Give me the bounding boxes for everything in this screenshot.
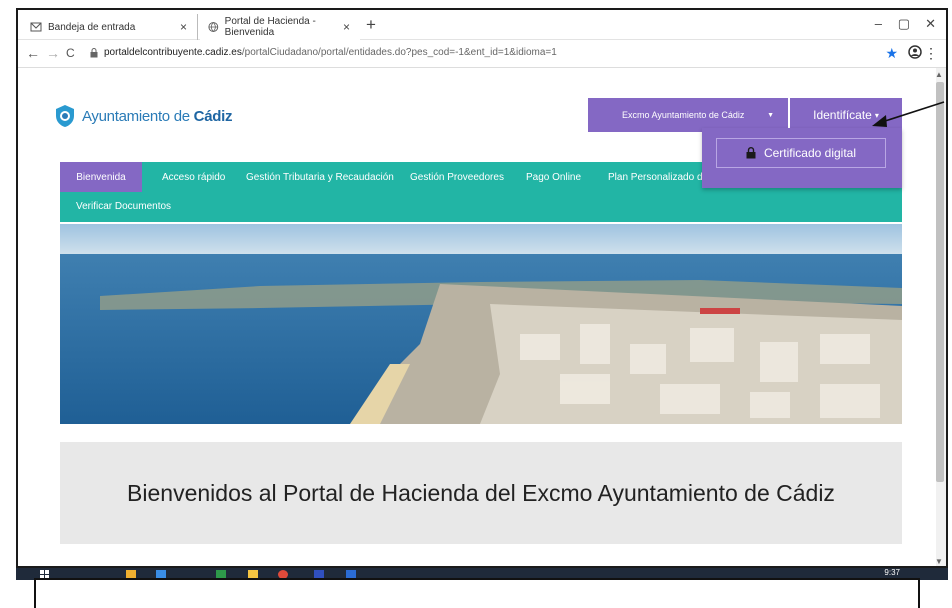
url-field[interactable]: portaldelcontribuyente.cadiz.es/portalCi… <box>104 47 557 58</box>
entity-select-button[interactable]: Excmo Ayuntamiento de Cádiz ▼ <box>588 98 788 132</box>
welcome-text: Bienvenidos al Portal de Hacienda del Ex… <box>127 479 835 506</box>
logo-city: Cádiz <box>193 107 233 125</box>
menu-item-label: Verificar Documentos <box>76 200 172 212</box>
clock-time: 9:37 <box>884 568 900 577</box>
address-bar: ← → C portaldelcontribuyente.cadiz.es/po… <box>18 40 946 68</box>
menu-item-label: Acceso rápido <box>162 171 226 183</box>
url-path: /portalCiudadano/portal/entidades.do?pes… <box>241 47 557 58</box>
menu-item-verificar-documentos[interactable]: Verificar Documentos <box>76 192 171 220</box>
page-content: Ayuntamiento de Cádiz Excmo Ayuntamiento… <box>18 68 936 566</box>
menu-item-label: Gestión Tributaria y Recaudación <box>246 171 394 183</box>
tab-title: Bandeja de entrada <box>48 21 136 33</box>
cadiz-crest-icon <box>56 105 74 127</box>
tab-close-icon[interactable]: × <box>180 20 187 34</box>
caret-down-icon: ▾ <box>874 110 879 120</box>
scroll-thumb[interactable] <box>936 82 944 482</box>
menu-item-gestion-proveedores[interactable]: Gestión Proveedores <box>410 162 504 192</box>
menu-item-acceso-rapido[interactable]: Acceso rápido <box>162 162 225 192</box>
scroll-up-icon[interactable]: ▲ <box>935 70 943 79</box>
bookmark-star-icon[interactable]: ★ <box>885 45 898 62</box>
back-icon[interactable]: ← <box>26 45 40 61</box>
mail-icon <box>30 22 42 32</box>
menu-item-label: Plan Personalizado de <box>608 171 709 183</box>
browser-window: Bandeja de entrada × Portal de Hacienda … <box>16 8 948 568</box>
menu-item-label: Gestión Proveedores <box>410 171 504 183</box>
forward-icon[interactable]: → <box>46 45 60 61</box>
menu-item-gestion-tributaria[interactable]: Gestión Tributaria y Recaudación <box>246 162 394 192</box>
city-banner-image <box>60 224 902 424</box>
welcome-banner: Bienvenidos al Portal de Hacienda del Ex… <box>60 442 902 544</box>
globe-icon <box>208 22 219 32</box>
cert-label: Certificado digital <box>763 146 857 160</box>
menu-item-label: Bienvenida <box>76 171 126 183</box>
identify-button[interactable]: Identifícate ▾ <box>790 98 902 132</box>
close-window-icon[interactable]: ✕ <box>925 16 936 32</box>
caret-down-icon: ▼ <box>767 111 774 119</box>
menu-item-label: Pago Online <box>526 171 582 183</box>
tab-inbox[interactable]: Bandeja de entrada × <box>22 14 198 40</box>
lock-icon <box>746 147 756 159</box>
url-host: portaldelcontribuyente.cadiz.es <box>104 47 242 58</box>
tab-close-icon[interactable]: × <box>343 20 350 34</box>
entity-select-label: Excmo Ayuntamiento de Cádiz <box>622 110 745 120</box>
site-logo[interactable]: Ayuntamiento de Cádiz <box>54 104 232 128</box>
identify-label: Identifícate <box>813 108 872 122</box>
logo-text: Ayuntamiento de Cádiz <box>82 108 232 125</box>
lock-icon <box>90 48 98 58</box>
minimize-icon[interactable]: – <box>875 16 882 31</box>
tab-bar: Bandeja de entrada × Portal de Hacienda … <box>18 10 946 40</box>
new-tab-button[interactable]: + <box>366 15 376 35</box>
maximize-icon[interactable]: ▢ <box>898 16 910 32</box>
reload-icon[interactable]: C <box>66 46 75 60</box>
profile-icon[interactable] <box>908 45 922 59</box>
identify-dropdown: Certificado digital <box>702 128 902 188</box>
scroll-down-icon[interactable]: ▼ <box>935 557 943 566</box>
tab-title: Portal de Hacienda - Bienvenida <box>224 16 316 38</box>
logo-prefix: Ayuntamiento de <box>82 107 194 125</box>
menu-item-plan-personalizado[interactable]: Plan Personalizado de <box>608 162 708 192</box>
menu-kebab-icon[interactable]: ⋮ <box>924 45 938 62</box>
certificado-digital-button[interactable]: Certificado digital <box>716 138 886 168</box>
menu-item-pago-online[interactable]: Pago Online <box>526 162 581 192</box>
tab-portal[interactable]: Portal de Hacienda - Bienvenida × <box>200 14 360 40</box>
menu-item-bienvenida[interactable]: Bienvenida <box>60 162 142 192</box>
